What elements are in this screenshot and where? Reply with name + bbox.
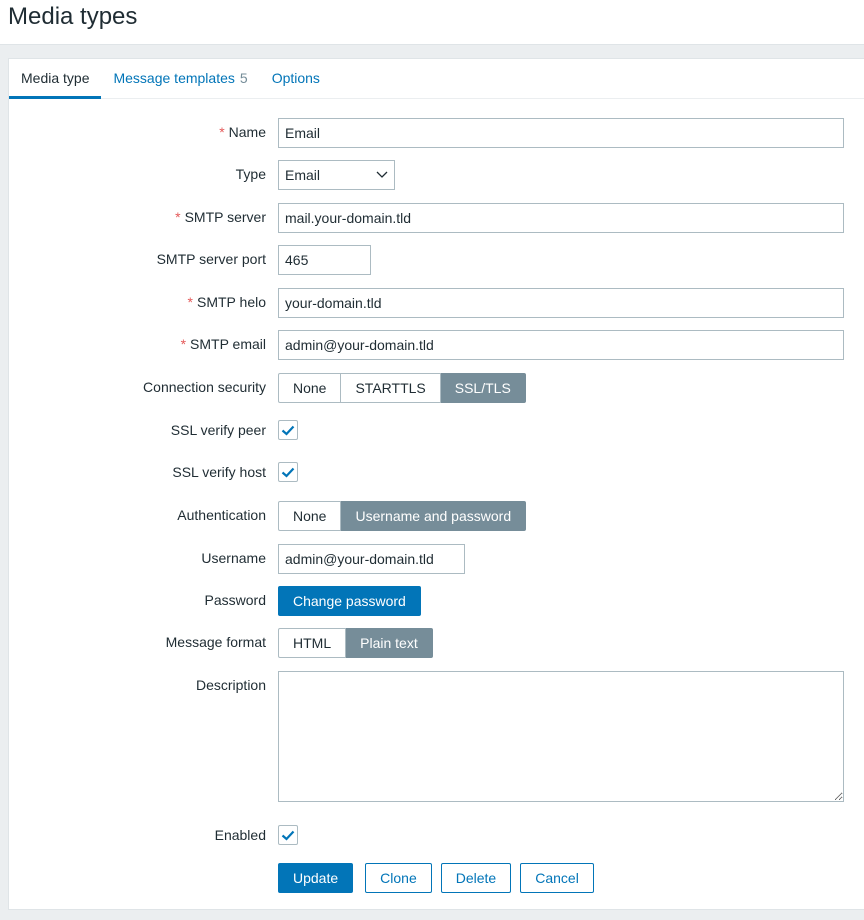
- tab-message-templates[interactable]: Message templates 5: [101, 59, 259, 99]
- change-password-button[interactable]: Change password: [278, 586, 421, 616]
- smtp-email-input[interactable]: [278, 330, 844, 360]
- required-marker: *: [219, 124, 225, 140]
- description-textarea[interactable]: [278, 671, 844, 802]
- smtp-helo-input[interactable]: [278, 288, 844, 318]
- smtp-email-label: * SMTP email: [16, 336, 266, 352]
- smtp-port-label: SMTP server port: [156, 251, 266, 267]
- checkmark-icon: [281, 467, 295, 478]
- tab-label: Media type: [21, 69, 90, 86]
- smtp-server-label: * SMTP server: [16, 209, 266, 225]
- delete-button[interactable]: Delete: [440, 863, 512, 893]
- checkmark-icon: [281, 830, 295, 841]
- username-input[interactable]: [278, 544, 465, 574]
- checkmark-icon: [281, 425, 295, 436]
- message-format-html[interactable]: HTML: [278, 628, 347, 658]
- ssl-verify-host-label: SSL verify host: [172, 464, 266, 480]
- type-select-value: Email: [285, 167, 321, 183]
- authentication-username-password[interactable]: Username and password: [341, 501, 527, 531]
- tab-media-type[interactable]: Media type: [9, 59, 102, 99]
- required-marker: *: [180, 336, 187, 352]
- enabled-checkbox[interactable]: [278, 825, 298, 845]
- smtp-server-input[interactable]: [278, 203, 844, 233]
- label-text: SMTP helo: [197, 294, 266, 310]
- smtp-port-input[interactable]: [278, 245, 371, 275]
- authentication-label: Authentication: [177, 507, 266, 523]
- label-text: SMTP email: [190, 336, 266, 352]
- type-select[interactable]: Email: [278, 160, 395, 190]
- password-label: Password: [204, 592, 266, 608]
- username-label: Username: [201, 550, 266, 566]
- smtp-helo-label: * SMTP helo: [16, 294, 266, 310]
- connection-security-none[interactable]: None: [278, 373, 342, 403]
- media-type-form-panel: Media type Message templates 5 Options * N…: [8, 58, 864, 910]
- required-marker: *: [175, 209, 181, 225]
- authentication-radio-group: None Username and password: [278, 501, 527, 531]
- label-text: SMTP server: [184, 209, 266, 225]
- message-format-label: Message format: [165, 634, 266, 650]
- connection-security-radio-group: None STARTTLS SSL/TLS: [278, 373, 526, 403]
- required-marker: *: [187, 294, 193, 310]
- label-text: Name: [228, 124, 266, 140]
- tab-label: Message templates: [113, 69, 235, 86]
- ssl-verify-peer-checkbox[interactable]: [278, 420, 298, 440]
- type-label: Type: [235, 166, 266, 182]
- update-button[interactable]: Update: [278, 863, 354, 893]
- connection-security-label: Connection security: [143, 379, 266, 395]
- tab-count-badge: 5: [239, 69, 248, 86]
- message-format-radio-group: HTML Plain text: [278, 628, 433, 658]
- description-label: Description: [195, 677, 266, 693]
- tab-bar: Media type Message templates 5 Options: [9, 59, 864, 99]
- name-label: * Name: [16, 124, 266, 140]
- action-buttons: Update Clone Delete Cancel: [278, 863, 594, 893]
- connection-security-starttls[interactable]: STARTTLS: [341, 373, 441, 403]
- message-format-plain-text[interactable]: Plain text: [346, 628, 433, 658]
- authentication-none[interactable]: None: [278, 501, 342, 531]
- page-header: Media types: [0, 0, 864, 45]
- tab-options[interactable]: Options: [260, 59, 332, 99]
- cancel-button[interactable]: Cancel: [520, 863, 594, 893]
- chevron-down-icon: [376, 171, 388, 178]
- clone-button[interactable]: Clone: [365, 863, 432, 893]
- ssl-verify-peer-label: SSL verify peer: [170, 422, 266, 438]
- connection-security-ssl-tls[interactable]: SSL/TLS: [440, 373, 526, 403]
- ssl-verify-host-checkbox[interactable]: [278, 462, 298, 482]
- name-input[interactable]: [278, 118, 844, 148]
- enabled-label: Enabled: [214, 827, 266, 843]
- tab-label: Options: [271, 69, 320, 86]
- page-title: Media types: [8, 3, 138, 30]
